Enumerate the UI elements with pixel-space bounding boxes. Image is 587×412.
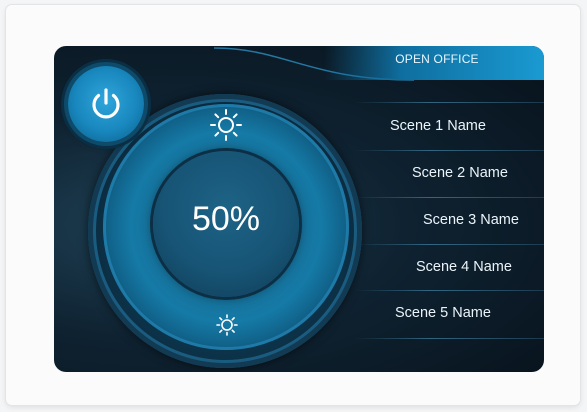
scene-divider: [354, 150, 544, 151]
sun-small-icon[interactable]: [215, 313, 239, 337]
dimmer-level: 50%: [191, 200, 261, 238]
scene-button-3[interactable]: Scene 3 Name: [423, 212, 519, 228]
sun-large-icon[interactable]: [209, 108, 243, 142]
scene-divider: [354, 338, 544, 339]
scene-button-4[interactable]: Scene 4 Name: [416, 259, 512, 275]
power-icon: [92, 88, 120, 119]
scene-button-1[interactable]: Scene 1 Name: [390, 118, 486, 134]
touch-screen: OPEN OFFICE Scene 1 Name Scene 2 Name Sc…: [54, 46, 544, 372]
zone-title: OPEN OFFICE: [395, 52, 479, 66]
scene-button-2[interactable]: Scene 2 Name: [412, 165, 508, 181]
scene-divider: [354, 244, 544, 245]
scene-divider: [354, 197, 544, 198]
scene-divider: [354, 290, 544, 291]
scene-button-5[interactable]: Scene 5 Name: [395, 305, 491, 321]
power-button[interactable]: [68, 66, 144, 142]
scene-divider: [354, 102, 544, 103]
